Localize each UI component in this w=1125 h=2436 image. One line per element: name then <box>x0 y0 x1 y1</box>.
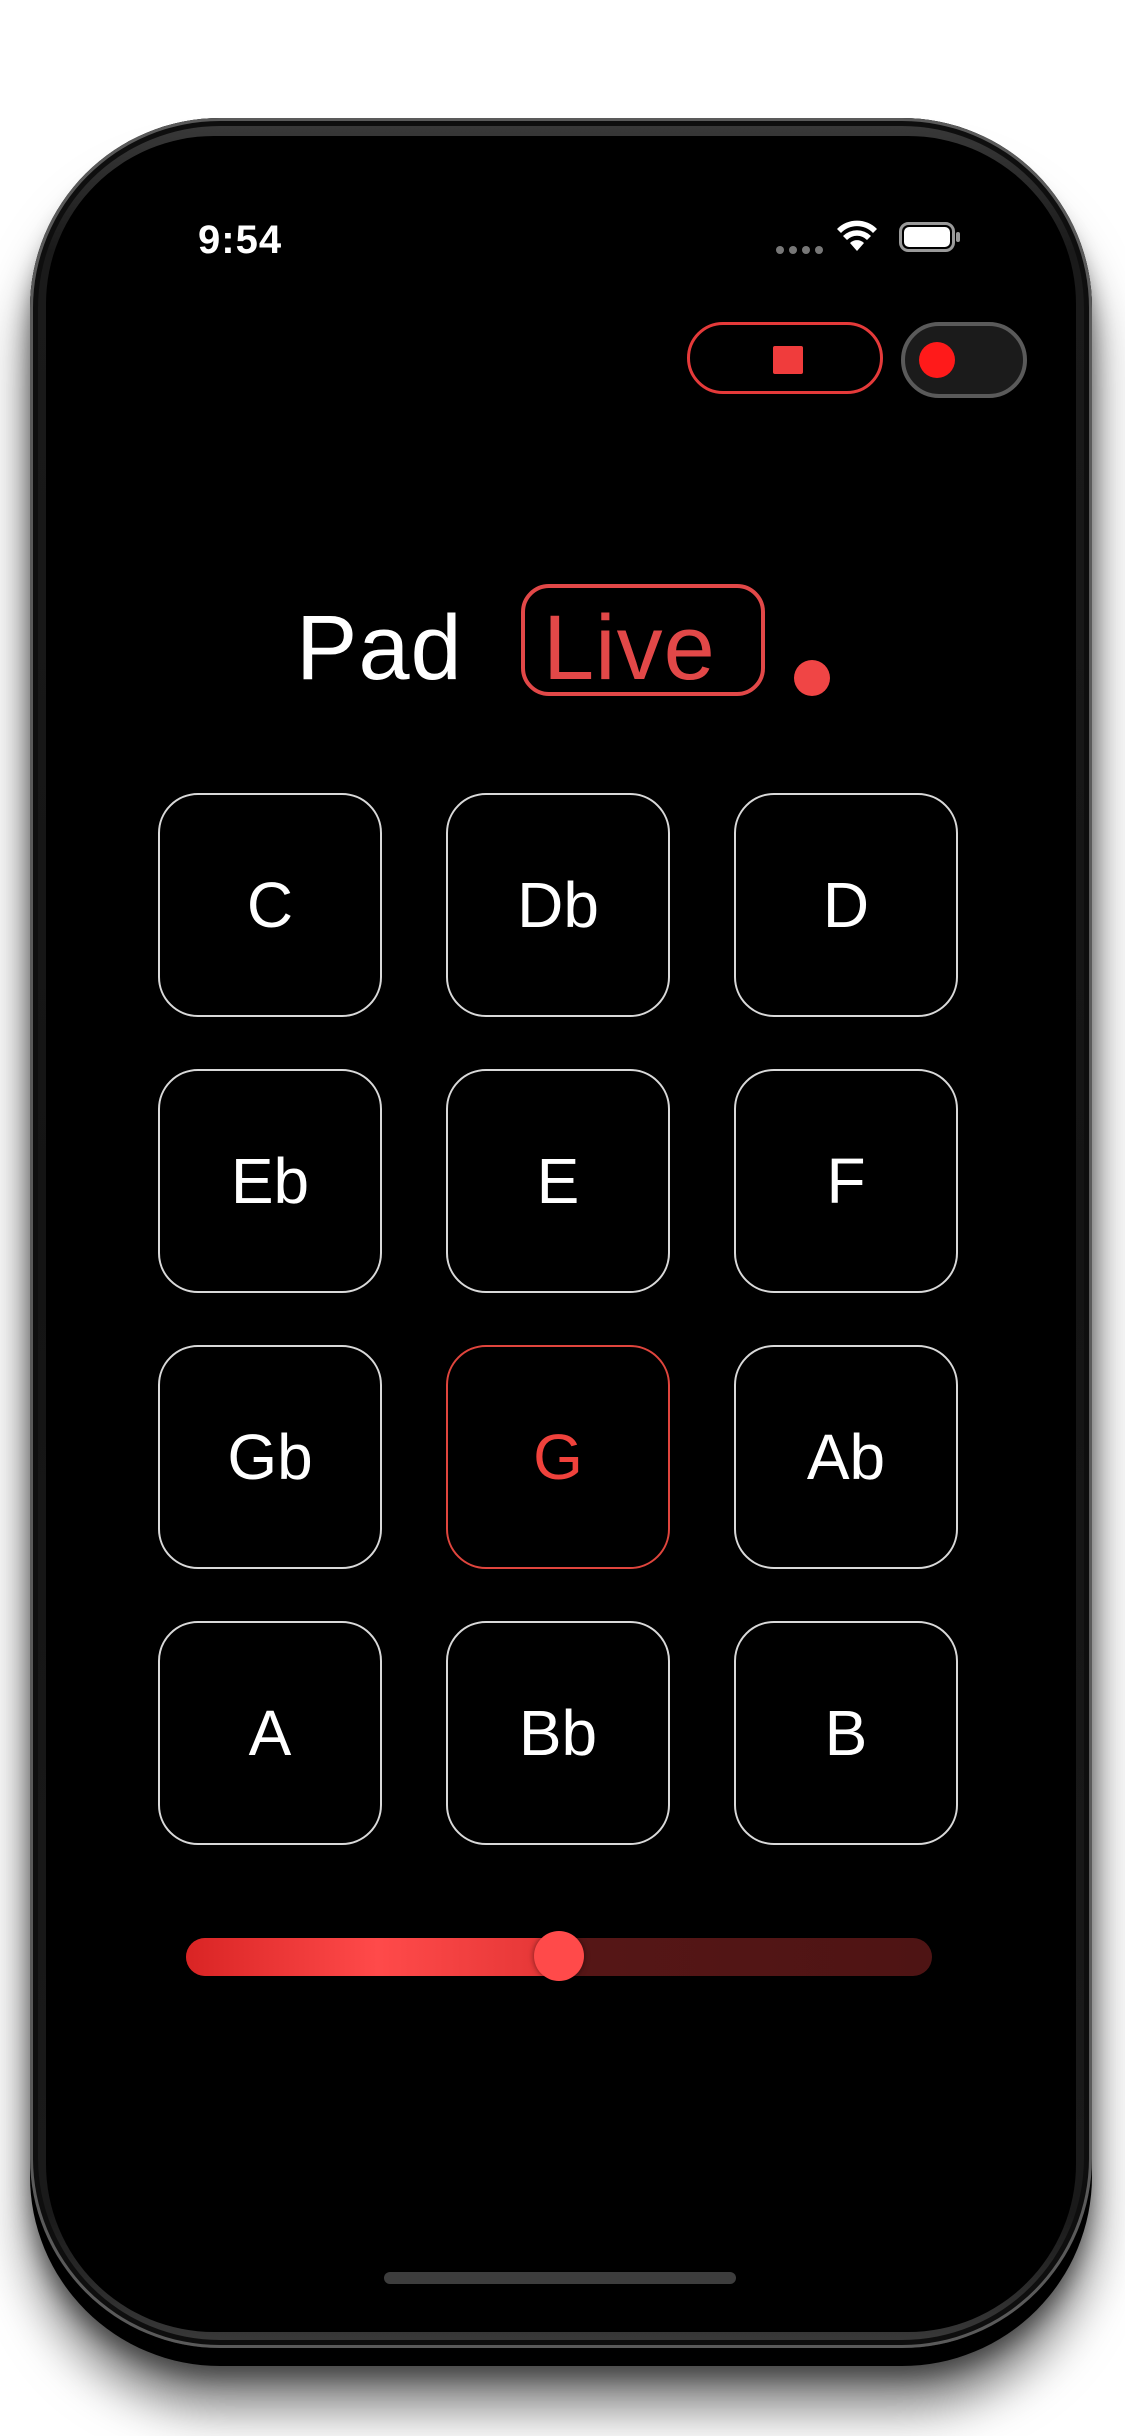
wifi-icon <box>837 220 877 251</box>
pad-db[interactable]: Db <box>446 793 670 1017</box>
app-logo: Pad Live <box>46 576 1076 716</box>
volume-slider[interactable] <box>186 1931 932 1981</box>
record-icon <box>919 342 955 378</box>
logo-word-live: Live <box>543 597 716 699</box>
pad-ab[interactable]: Ab <box>734 1345 958 1569</box>
signal-dots-icon <box>776 246 823 254</box>
volume-slider-fill <box>186 1938 569 1976</box>
pad-d[interactable]: D <box>734 793 958 1017</box>
logo-word-pad: Pad <box>296 597 463 699</box>
status-time: 9:54 <box>198 218 283 262</box>
home-indicator[interactable] <box>384 2272 736 2284</box>
battery-icon <box>899 222 960 252</box>
pad-gb[interactable]: Gb <box>158 1345 382 1569</box>
stop-button[interactable] <box>687 322 883 394</box>
app-screen: 9:54 Pad Live C Db D Eb E F Gb G Ab A Bb… <box>46 136 1076 2332</box>
pad-e[interactable]: E <box>446 1069 670 1293</box>
logo-live-badge: Live <box>521 584 765 699</box>
pad-b[interactable]: B <box>734 1621 958 1845</box>
pad-c[interactable]: C <box>158 793 382 1017</box>
stop-icon <box>773 346 803 374</box>
pad-a[interactable]: A <box>158 1621 382 1845</box>
volume-slider-thumb[interactable] <box>534 1931 584 1981</box>
pad-eb[interactable]: Eb <box>158 1069 382 1293</box>
logo-dot-icon <box>794 660 830 696</box>
canvas: 9:54 Pad Live C Db D Eb E F Gb G Ab A Bb… <box>0 0 1125 2436</box>
pad-g[interactable]: G <box>446 1345 670 1569</box>
record-toggle[interactable] <box>901 322 1027 398</box>
pad-f[interactable]: F <box>734 1069 958 1293</box>
pad-bb[interactable]: Bb <box>446 1621 670 1845</box>
